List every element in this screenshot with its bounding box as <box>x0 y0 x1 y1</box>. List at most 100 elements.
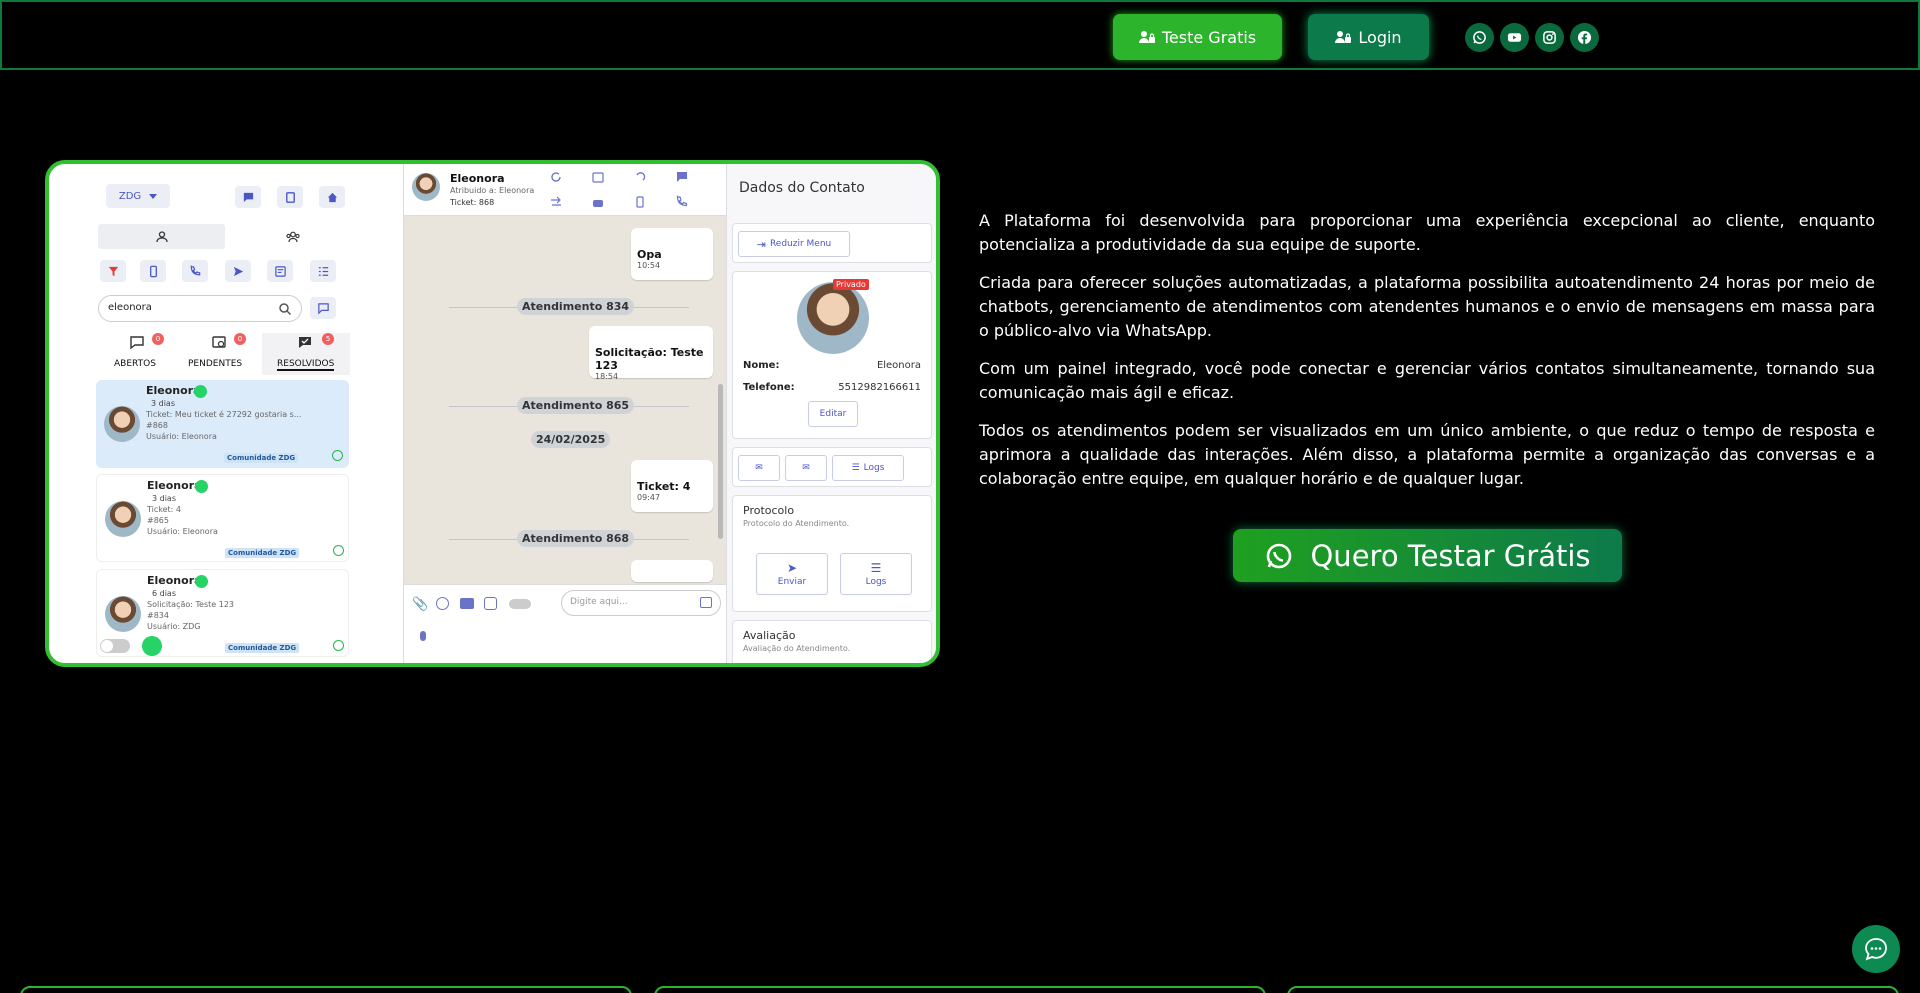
ticket-contact-name: Eleonora <box>147 574 202 587</box>
theme-toggle[interactable] <box>100 639 130 653</box>
ticket-item[interactable]: Eleonora 3 dias Ticket: Meu ticket é 272… <box>96 380 349 468</box>
refresh-icon[interactable] <box>549 170 563 184</box>
send-icon: ➤ <box>786 561 798 575</box>
whatsapp-icon <box>1267 543 1292 568</box>
instagram-link[interactable] <box>1535 23 1564 52</box>
phone-icon <box>190 264 200 275</box>
sticker-icon[interactable] <box>484 597 497 610</box>
youtube-link[interactable] <box>1500 23 1529 52</box>
device-icon-button[interactable] <box>140 260 166 282</box>
undo-icon[interactable] <box>633 170 647 184</box>
ticket-age: 3 dias <box>152 494 177 503</box>
ticket-number: #868 <box>146 421 168 430</box>
chat-scrollbar[interactable] <box>718 384 723 539</box>
transfer-icon[interactable] <box>549 195 563 209</box>
login-button[interactable]: Login <box>1308 14 1429 60</box>
message-time: 18:54 <box>595 372 619 381</box>
floating-chat-button[interactable] <box>1852 925 1900 973</box>
reduce-menu-panel: ⇥ Reduzir Menu <box>732 223 932 263</box>
list-icon: ☰ <box>870 561 882 575</box>
send-message-icon[interactable] <box>700 597 712 608</box>
chat-check-icon <box>299 337 311 348</box>
try-free-cta-label: Quero Testar Grátis <box>1310 538 1591 573</box>
search-input-value: eleonora <box>108 302 152 313</box>
message-input[interactable]: Digite aqui... <box>561 590 721 616</box>
send-icon-button[interactable] <box>225 260 251 282</box>
top-header: Teste Gratis Login <box>0 0 1920 70</box>
phone-icon[interactable] <box>675 195 689 209</box>
ticket-preview: Solicitação: Teste 123 <box>147 600 234 609</box>
clipboard-icon-button[interactable] <box>277 186 303 208</box>
emoji-icon[interactable] <box>436 597 449 610</box>
queue-select[interactable]: ZDG <box>106 184 170 208</box>
chat-icon-button[interactable] <box>235 186 261 208</box>
chat-assigned: Atribuido a: Eleonora <box>450 186 535 195</box>
tab-resolved[interactable]: 5 RESOLVIDOS <box>262 333 350 375</box>
ticket-item[interactable]: Eleonora 6 dias Solicitação: Teste 123 #… <box>96 569 349 657</box>
mail-button[interactable]: ✉ <box>785 455 827 481</box>
filter-icon-button[interactable] <box>100 260 126 282</box>
message-check-icon[interactable] <box>675 170 689 184</box>
whatsapp-icon <box>1473 31 1486 44</box>
tab-pending-label: PENDENTES <box>188 359 243 369</box>
logs-label: Logs <box>863 463 885 473</box>
ticket-item[interactable]: Eleonora 3 dias Ticket: 4 #865 Usuário: … <box>96 474 349 562</box>
ticket-contact-name: Eleonora <box>147 479 202 492</box>
chat-ticket: Ticket: 868 <box>450 198 495 207</box>
tab-open[interactable]: 0 ABERTOS <box>98 333 176 375</box>
notes-icon-button[interactable] <box>267 260 293 282</box>
description-paragraph: Com um painel integrado, você pode conec… <box>979 359 1875 402</box>
description-paragraph: Criada para oferecer soluções automatiza… <box>979 273 1875 340</box>
logs-button[interactable]: ☰ Logs <box>832 455 904 481</box>
contact-avatar <box>797 282 869 354</box>
tab-group-tickets[interactable] <box>229 224 356 249</box>
user-lock-icon <box>1138 31 1155 43</box>
open-mail-button[interactable]: ✉ <box>738 455 780 481</box>
chat-contact-name: Eleonora <box>450 172 505 185</box>
users-icon <box>285 231 300 242</box>
actions-panel: ✉ ✉ ☰ Logs <box>732 447 932 487</box>
contact-panel-title: Dados do Contato <box>739 180 865 196</box>
home-icon-button[interactable] <box>319 186 345 208</box>
filter-icon <box>108 266 118 276</box>
resolved-check-icon <box>333 545 344 556</box>
description-paragraph: Todos os atendimentos podem ser visualiz… <box>979 421 1875 488</box>
search-input[interactable]: eleonora <box>98 295 302 322</box>
microphone-icon[interactable] <box>420 631 426 641</box>
facebook-link[interactable] <box>1570 23 1599 52</box>
phone-label: Telefone: <box>743 382 795 393</box>
logs-label: Logs <box>865 577 887 587</box>
avatar <box>104 406 140 442</box>
name-value: Eleonora <box>876 360 921 371</box>
paperclip-icon[interactable]: 📎 <box>412 597 428 612</box>
tab-pending[interactable]: 0 PENDENTES <box>180 333 258 375</box>
ticket-user: Usuário: Eleonora <box>146 432 217 441</box>
whatsapp-link[interactable] <box>1465 23 1494 52</box>
home-icon <box>327 192 337 202</box>
ticket-tag: Comunidade ZDG <box>225 548 300 558</box>
try-free-cta-button[interactable]: Quero Testar Grátis <box>1233 529 1622 582</box>
call-icon-button[interactable] <box>182 260 208 282</box>
edit-contact-button[interactable]: Editar <box>808 401 858 427</box>
feature-card <box>654 986 1266 993</box>
tab-my-tickets[interactable] <box>98 224 225 249</box>
phone-vibrate-icon[interactable] <box>633 195 647 209</box>
free-trial-button[interactable]: Teste Gratis <box>1113 14 1282 60</box>
message-bubble: Opa 10:54 <box>631 228 713 280</box>
signature-toggle[interactable] <box>509 599 531 609</box>
chat-panel: Eleonora Atribuido a: Eleonora Ticket: 8… <box>404 164 726 663</box>
chevron-down-icon <box>149 193 158 199</box>
list-icon-button[interactable] <box>310 260 336 282</box>
send-protocol-button[interactable]: ➤ Enviar <box>756 553 828 595</box>
tab-resolved-label: RESOLVIDOS <box>277 359 335 371</box>
chat-composer: 📎 Digite aqui... <box>404 584 726 663</box>
new-chat-icon-button[interactable] <box>310 297 336 319</box>
quick-reply-icon[interactable] <box>460 598 474 609</box>
robot-icon[interactable] <box>591 195 605 209</box>
reduce-menu-button[interactable]: ⇥ Reduzir Menu <box>738 231 850 257</box>
chat-divider-label: Atendimento 865 <box>517 397 635 414</box>
chat-add-icon <box>317 302 329 315</box>
feature-card <box>20 986 632 993</box>
protocol-logs-button[interactable]: ☰ Logs <box>840 553 912 595</box>
calendar-icon[interactable] <box>591 170 605 184</box>
